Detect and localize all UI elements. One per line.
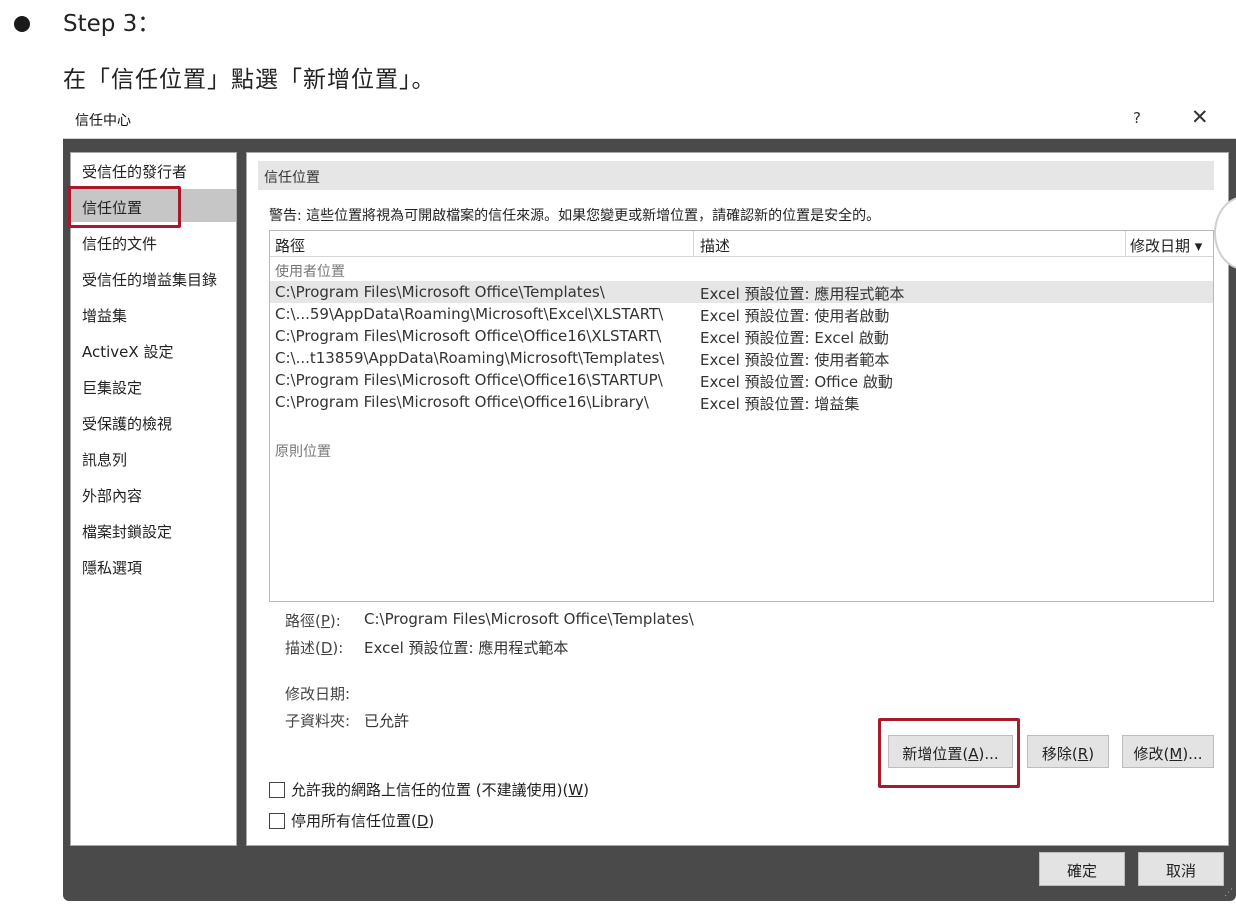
row-path: C:\Program Files\Microsoft Office\Templa… [275, 283, 605, 301]
close-icon[interactable]: ✕ [1191, 105, 1209, 129]
allow-network-locations-option[interactable]: 允許我的網路上信任的位置 (不建議使用)(W) [269, 779, 589, 800]
row-path: C:\Program Files\Microsoft Office\Office… [275, 371, 663, 389]
resize-grip-icon[interactable]: ⋰ [1224, 888, 1233, 898]
row-path: C:\...t13859\AppData\Roaming\Microsoft\T… [275, 349, 665, 367]
dialog-title: 信任中心 [75, 113, 131, 129]
cancel-button[interactable]: 取消 [1138, 852, 1224, 886]
description-detail-label: 描述(D): [285, 639, 344, 657]
row-path: C:\Program Files\Microsoft Office\Office… [275, 327, 662, 345]
sidebar-item-trusted-publishers[interactable]: 受信任的發行者 [71, 153, 236, 186]
highlight-add-location [878, 718, 1020, 788]
step-instruction: 在「信任位置」點選「新增位置」。 [63, 67, 436, 93]
group-user-locations: 使用者位置 [275, 264, 345, 280]
table-row[interactable]: C:\Program Files\Microsoft Office\Templa… [270, 281, 1213, 303]
sidebar-item-addins[interactable]: 增益集 [71, 297, 236, 330]
row-description: Excel 預設位置: 增益集 [700, 395, 860, 413]
modified-date-label: 修改日期: [285, 685, 351, 703]
column-separator [1125, 231, 1126, 257]
section-title: 信任位置 [258, 161, 1214, 190]
column-separator [693, 231, 694, 257]
sidebar-item-privacy-options[interactable]: 隱私選項 [71, 549, 236, 582]
column-description[interactable]: 描述 [700, 235, 730, 256]
column-modified-date[interactable]: 修改日期 ▾ [1130, 235, 1202, 256]
row-description: Excel 預設位置: Excel 啟動 [700, 329, 889, 347]
row-description: Excel 預設位置: 應用程式範本 [700, 285, 905, 303]
sidebar: 受信任的發行者 信任位置 信任的文件 受信任的增益集目錄 增益集 ActiveX… [70, 152, 237, 846]
group-policy-locations: 原則位置 [275, 444, 331, 460]
row-path: C:\Program Files\Microsoft Office\Office… [275, 393, 649, 411]
trusted-locations-panel: 信任位置 警告: 這些位置將視為可開啟檔案的信任來源。如果您變更或新增位置，請確… [246, 152, 1229, 846]
highlight-trusted-locations [68, 186, 181, 228]
row-path: C:\...59\AppData\Roaming\Microsoft\Excel… [275, 305, 664, 323]
sidebar-item-message-bar[interactable]: 訊息列 [71, 441, 236, 474]
table-row[interactable]: C:\...t13859\AppData\Roaming\Microsoft\T… [270, 347, 1213, 369]
allow-network-checkbox[interactable] [269, 782, 285, 798]
sidebar-item-external-content[interactable]: 外部內容 [71, 477, 236, 510]
subfolders-label: 子資料夾: [285, 712, 351, 730]
security-warning: 警告: 這些位置將視為可開啟檔案的信任來源。如果您變更或新增位置，請確認新的位置… [269, 208, 881, 224]
sidebar-item-trusted-addin-catalogs[interactable]: 受信任的增益集目錄 [71, 261, 236, 294]
modify-button[interactable]: 修改(M)... [1122, 735, 1214, 768]
help-icon[interactable]: ? [1133, 109, 1141, 127]
table-row[interactable]: C:\Program Files\Microsoft Office\Office… [270, 325, 1213, 347]
row-description: Excel 預設位置: Office 啟動 [700, 373, 893, 391]
disable-all-checkbox[interactable] [269, 813, 285, 829]
row-description: Excel 預設位置: 使用者範本 [700, 351, 890, 369]
list-header: 路徑 描述 修改日期 ▾ [270, 231, 1213, 257]
table-row[interactable]: C:\...59\AppData\Roaming\Microsoft\Excel… [270, 303, 1213, 325]
description-detail-value: Excel 預設位置: 應用程式範本 [364, 639, 569, 657]
table-row[interactable]: C:\Program Files\Microsoft Office\Office… [270, 369, 1213, 391]
bullet-dot [14, 16, 30, 32]
row-description: Excel 預設位置: 使用者啟動 [700, 307, 890, 325]
sidebar-item-activex-settings[interactable]: ActiveX 設定 [71, 333, 236, 366]
sidebar-item-trusted-documents[interactable]: 信任的文件 [71, 225, 236, 258]
trusted-locations-list[interactable]: 路徑 描述 修改日期 ▾ 使用者位置 C:\Program Files\Micr… [269, 230, 1214, 602]
column-path[interactable]: 路徑 [275, 235, 305, 256]
trust-center-dialog: 信任中心 ? ✕ 受信任的發行者 信任位置 信任的文件 受信任的增益集目錄 增益… [63, 101, 1236, 901]
sidebar-item-file-block-settings[interactable]: 檔案封鎖設定 [71, 513, 236, 546]
step-title: Step 3： [63, 11, 161, 37]
ok-button[interactable]: 確定 [1039, 852, 1125, 886]
path-detail-value: C:\Program Files\Microsoft Office\Templa… [364, 610, 694, 628]
subfolders-value: 已允許 [364, 712, 410, 730]
disable-all-locations-option[interactable]: 停用所有信任位置(D) [269, 810, 434, 831]
dialog-titlebar: 信任中心 ? ✕ [63, 101, 1236, 139]
remove-button[interactable]: 移除(R) [1027, 735, 1109, 768]
sidebar-item-protected-view[interactable]: 受保護的檢視 [71, 405, 236, 438]
table-row[interactable]: C:\Program Files\Microsoft Office\Office… [270, 391, 1213, 413]
path-detail-label: 路徑(P): [285, 612, 341, 630]
sidebar-item-macro-settings[interactable]: 巨集設定 [71, 369, 236, 402]
